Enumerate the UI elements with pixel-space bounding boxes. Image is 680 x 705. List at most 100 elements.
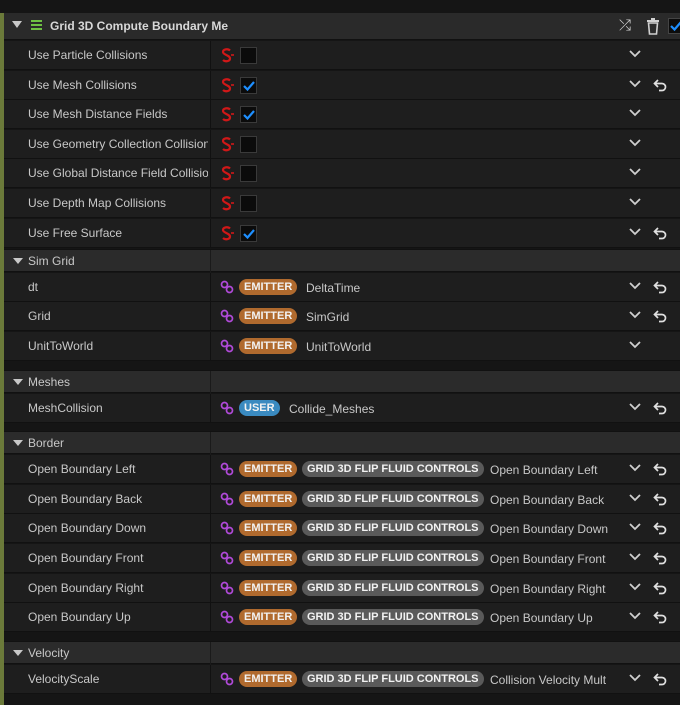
chevron-down-icon[interactable] — [629, 611, 641, 621]
collision-toggle-row[interactable]: Use Free Surface — [4, 218, 680, 248]
chevron-down-icon[interactable] — [629, 582, 641, 592]
static-switch-icon — [221, 48, 234, 63]
collapse-arrow-icon[interactable] — [13, 649, 23, 656]
border-parameter-row[interactable]: Open Boundary Down EMITTER GRID 3D FLIP FL… — [4, 514, 680, 544]
reset-arrow-icon[interactable] — [653, 551, 667, 565]
link-icon[interactable] — [220, 581, 234, 595]
parameter-label: Use Global Distance Field Collisions — [28, 166, 208, 181]
border-parameter-row[interactable]: Open Boundary Right EMITTER GRID 3D FLIP F… — [4, 573, 680, 603]
border-parameter-row[interactable]: Open Boundary Back EMITTER GRID 3D FLIP FL… — [4, 484, 680, 514]
chevron-down-icon[interactable] — [629, 552, 641, 562]
link-icon[interactable] — [220, 280, 234, 294]
reset-arrow-icon[interactable] — [653, 280, 667, 294]
chevron-down-icon[interactable] — [629, 167, 641, 177]
link-icon[interactable] — [220, 610, 234, 624]
collision-toggle-row[interactable]: Use Geometry Collection Collisions — [4, 129, 680, 159]
linked-parameter-name: Collide_Meshes — [289, 401, 375, 416]
column-divider — [210, 544, 211, 573]
border-parameter-row[interactable]: Open Boundary Front EMITTER GRID 3D FLIP F… — [4, 544, 680, 573]
reset-arrow-icon[interactable] — [653, 610, 667, 624]
collapse-arrow-icon[interactable] — [13, 257, 23, 264]
parameter-label: Open Boundary Right — [28, 580, 144, 595]
collapse-arrow-icon[interactable] — [13, 440, 23, 447]
link-icon[interactable] — [220, 672, 234, 686]
module-grip-icon[interactable] — [31, 20, 42, 31]
checkmark-icon — [243, 228, 255, 239]
sim-grid-parameter-row[interactable]: UnitToWorld EMITTER UnitToWorld — [4, 332, 680, 361]
category-border[interactable]: Border — [4, 431, 680, 456]
module-group-tag: GRID 3D FLIP FLUID CONTROLS — [302, 461, 484, 478]
link-icon[interactable] — [220, 492, 234, 506]
reset-arrow-icon[interactable] — [653, 309, 667, 323]
collision-checkbox[interactable] — [240, 76, 257, 94]
chevron-down-icon[interactable] — [629, 138, 641, 148]
collision-toggle-row[interactable]: Use Mesh Collisions — [4, 70, 680, 100]
chevron-down-icon[interactable] — [629, 522, 641, 532]
sim-grid-parameter-row[interactable]: dt EMITTER DeltaTime — [4, 272, 680, 302]
link-icon[interactable] — [220, 339, 234, 353]
column-divider — [210, 189, 211, 218]
reset-arrow-icon[interactable] — [653, 672, 667, 686]
reset-arrow-icon[interactable] — [653, 401, 667, 415]
mesh-parameter-row[interactable]: MeshCollision USER Collide_Meshes — [4, 393, 680, 423]
reset-arrow-icon[interactable] — [653, 521, 667, 535]
column-divider — [210, 129, 211, 159]
chevron-down-icon[interactable] — [629, 281, 641, 291]
collision-toggle-row[interactable]: Use Mesh Distance Fields — [4, 100, 680, 130]
module-header[interactable]: Grid 3D Compute Boundary Me ⤮ — [4, 13, 680, 40]
column-divider — [210, 393, 211, 423]
category-velocity[interactable]: Velocity — [4, 640, 680, 665]
emitter-namespace-tag: EMITTER — [239, 461, 298, 478]
parameter-label: VelocityScale — [28, 671, 100, 686]
trash-icon[interactable] — [644, 17, 662, 35]
chevron-down-icon[interactable] — [629, 463, 641, 473]
link-icon[interactable] — [220, 551, 234, 565]
collision-checkbox[interactable] — [240, 47, 257, 64]
collapse-arrow-icon[interactable] — [13, 378, 23, 385]
category-meshes[interactable]: Meshes — [4, 369, 680, 394]
linked-parameter-name: Open Boundary Down — [490, 522, 609, 537]
chevron-down-icon[interactable] — [629, 673, 641, 683]
border-parameter-row[interactable]: Open Boundary Up EMITTER GRID 3D FLIP FLUI… — [4, 603, 680, 633]
linked-parameter-name: UnitToWorld — [306, 340, 372, 354]
reset-arrow-icon[interactable] — [653, 492, 667, 506]
shuffle-icon[interactable]: ⤮ — [619, 17, 631, 34]
chevron-down-icon[interactable] — [629, 402, 641, 412]
collision-checkbox[interactable] — [240, 195, 257, 212]
border-parameter-row[interactable]: Open Boundary Left EMITTER GRID 3D FLIP FL… — [4, 455, 680, 485]
link-icon[interactable] — [220, 401, 234, 415]
module-group-tag: GRID 3D FLIP FLUID CONTROLS — [302, 550, 484, 566]
chevron-down-icon[interactable] — [629, 49, 641, 59]
linked-parameter-name: SimGrid — [306, 310, 350, 325]
collision-checkbox[interactable] — [240, 165, 257, 183]
velocity-parameter-row[interactable]: VelocityScale EMITTER GRID 3D FLIP FLUID C… — [4, 664, 680, 694]
parameter-label: Open Boundary Back — [28, 491, 143, 506]
chevron-down-icon[interactable] — [629, 493, 641, 503]
chevron-down-icon[interactable] — [629, 197, 641, 207]
collision-checkbox[interactable] — [240, 106, 257, 124]
link-icon[interactable] — [220, 462, 234, 476]
collapse-arrow-icon[interactable] — [12, 21, 22, 28]
collision-checkbox[interactable] — [240, 224, 257, 242]
chevron-down-icon[interactable] — [629, 310, 641, 320]
chevron-down-icon[interactable] — [629, 79, 641, 89]
collision-toggle-row[interactable]: Use Global Distance Field Collisions — [4, 159, 680, 189]
sim-grid-parameter-row[interactable]: Grid EMITTER SimGrid — [4, 302, 680, 332]
chevron-down-icon[interactable] — [629, 108, 641, 118]
module-enabled-checkbox[interactable] — [668, 18, 680, 34]
chevron-down-icon[interactable] — [629, 340, 641, 350]
reset-arrow-icon[interactable] — [653, 581, 667, 595]
parameter-label: Open Boundary Up — [28, 610, 131, 625]
reset-arrow-icon[interactable] — [653, 226, 667, 240]
chevron-down-icon[interactable] — [629, 227, 641, 237]
reset-arrow-icon[interactable] — [653, 78, 667, 92]
parameter-label: Use Particle Collisions — [28, 48, 148, 62]
collision-toggle-row[interactable]: Use Depth Map Collisions — [4, 189, 680, 218]
link-icon[interactable] — [220, 521, 234, 535]
column-divider — [210, 218, 211, 248]
collision-checkbox[interactable] — [240, 135, 257, 153]
link-icon[interactable] — [220, 309, 234, 323]
reset-arrow-icon[interactable] — [653, 462, 667, 476]
collision-toggle-row[interactable]: Use Particle Collisions — [4, 41, 680, 70]
category-sim-grid[interactable]: Sim Grid — [4, 248, 680, 273]
